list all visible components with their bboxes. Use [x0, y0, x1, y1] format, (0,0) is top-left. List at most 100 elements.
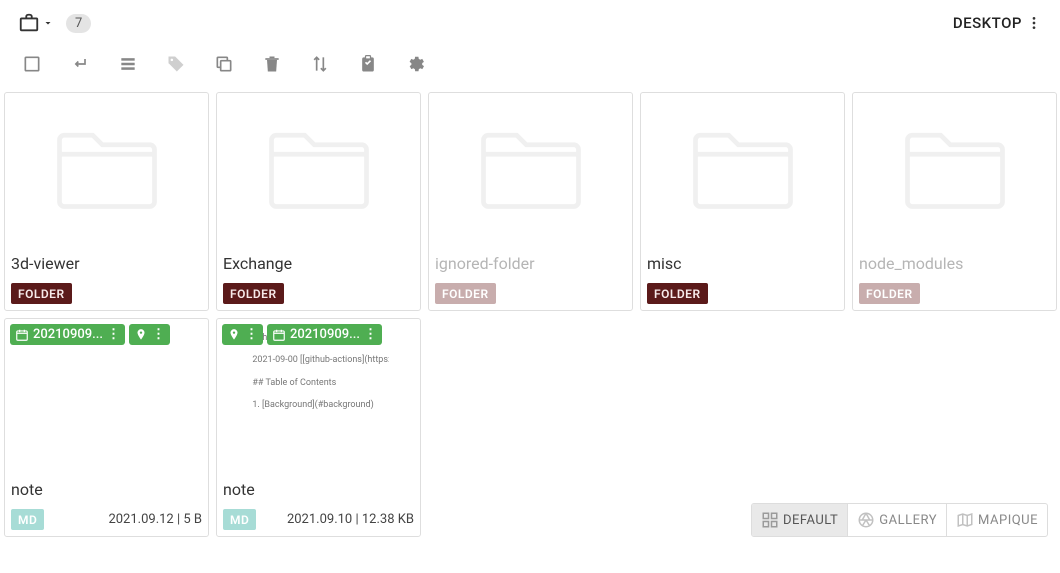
view-mode-mapique[interactable]: MAPIQUE	[947, 504, 1047, 536]
chip[interactable]: 20210909... ⋮	[10, 324, 125, 345]
view-mode-mapique-label: MAPIQUE	[978, 513, 1038, 528]
item-badges-row: FOLDER	[859, 283, 1050, 304]
layout-mode-button[interactable]: DESKTOP	[953, 14, 1042, 32]
item-title: Exchange	[223, 254, 414, 273]
more-vert-icon	[1026, 15, 1042, 31]
return-icon	[70, 54, 90, 74]
item-meta: 2021.09.10 | 12.38 KB	[287, 512, 414, 527]
item-badges-row: FOLDER	[223, 283, 414, 304]
item-meta: 2021.09.12 | 5 B	[108, 512, 202, 527]
item-card[interactable]: .tcha2021-09-00 [[github-actions](https:…	[216, 318, 421, 537]
list-view-button[interactable]	[118, 54, 138, 74]
grid-icon	[761, 511, 779, 529]
chip-text: 20210909...	[290, 327, 360, 342]
item-thumbnail	[217, 93, 420, 244]
chip-more-icon: ⋮	[245, 327, 258, 342]
briefcase-icon	[18, 12, 40, 34]
item-thumbnail	[853, 93, 1056, 244]
item-title: note	[11, 480, 202, 499]
chip-more-icon: ⋮	[152, 327, 165, 342]
item-card[interactable]: misc FOLDER	[640, 92, 845, 311]
item-thumbnail	[429, 93, 632, 244]
item-badges-row: FOLDER	[435, 283, 626, 304]
item-title: ignored-folder	[435, 254, 626, 273]
view-mode-switch: DEFAULT GALLERY MAPIQUE	[751, 503, 1048, 537]
folder-icon	[683, 121, 803, 216]
item-grid: 3d-viewerFOLDERExchangeFOLDERignored-fol…	[0, 92, 1060, 537]
view-mode-default[interactable]: DEFAULT	[752, 504, 848, 536]
assignment-button[interactable]	[358, 54, 378, 74]
item-card[interactable]: ignored-folder FOLDER	[428, 92, 633, 311]
pin-icon	[134, 328, 148, 342]
folder-icon	[47, 121, 167, 216]
select-all-button[interactable]	[22, 54, 42, 74]
folder-icon	[259, 121, 379, 216]
workspace-menu-button[interactable]	[18, 12, 54, 34]
type-badge: FOLDER	[11, 283, 72, 304]
chevron-down-icon	[42, 17, 54, 29]
item-thumbnail	[5, 93, 208, 244]
type-badge: MD	[223, 509, 256, 530]
delete-button[interactable]	[262, 54, 282, 74]
type-badge: FOLDER	[223, 283, 284, 304]
view-mode-default-label: DEFAULT	[783, 513, 838, 528]
checkbox-outline-icon	[22, 54, 42, 74]
item-title: 3d-viewer	[11, 254, 202, 273]
item-info: misc FOLDER	[641, 244, 844, 310]
item-count-badge: 7	[66, 14, 91, 33]
item-info: 3d-viewer FOLDER	[5, 244, 208, 310]
top-left-group: 7	[18, 12, 91, 34]
layout-mode-label: DESKTOP	[953, 14, 1022, 32]
map-icon	[956, 511, 974, 529]
item-card[interactable]: 20210909... ⋮ ⋮ note MD2021.09.12 | 5 B	[4, 318, 209, 537]
copy-icon	[214, 54, 234, 74]
item-info: Exchange FOLDER	[217, 244, 420, 310]
item-card[interactable]: 3d-viewer FOLDER	[4, 92, 209, 311]
item-title: misc	[647, 254, 838, 273]
folder-icon	[471, 121, 591, 216]
chip-row: ⋮ 20210909... ⋮	[222, 324, 382, 345]
list-icon	[118, 54, 138, 74]
item-info: node_modules FOLDER	[853, 244, 1056, 310]
type-badge: FOLDER	[859, 283, 920, 304]
item-badges-row: MD 2021.09.10 | 12.38 KB	[223, 509, 414, 530]
sort-icon	[310, 54, 330, 74]
view-mode-gallery-label: GALLERY	[879, 513, 937, 528]
sort-button[interactable]	[310, 54, 330, 74]
settings-button[interactable]	[406, 54, 426, 74]
item-info: note MD2021.09.12 | 5 B	[5, 470, 208, 536]
item-thumbnail: 20210909... ⋮ ⋮	[5, 319, 208, 470]
item-info: ignored-folder FOLDER	[429, 244, 632, 310]
item-thumbnail: .tcha2021-09-00 [[github-actions](https:…	[217, 319, 420, 470]
folder-icon	[895, 121, 1015, 216]
item-badges-row: FOLDER	[647, 283, 838, 304]
item-title: node_modules	[859, 254, 1050, 273]
chip-row: 20210909... ⋮ ⋮	[10, 324, 170, 345]
type-badge: FOLDER	[435, 283, 496, 304]
item-card[interactable]: Exchange FOLDER	[216, 92, 421, 311]
tag-button[interactable]	[166, 54, 186, 74]
tag-icon	[166, 54, 186, 74]
chip-text: 20210909...	[33, 327, 103, 342]
item-info: note MD 2021.09.10 | 12.38 KB	[217, 470, 420, 536]
item-thumbnail	[641, 93, 844, 244]
item-title: note	[223, 480, 414, 499]
chip[interactable]: 20210909... ⋮	[267, 324, 382, 345]
calendar-icon	[272, 328, 286, 342]
toolbar	[0, 42, 1060, 92]
chip[interactable]: ⋮	[129, 324, 170, 345]
calendar-icon	[15, 328, 29, 342]
gear-icon	[406, 54, 426, 74]
view-mode-gallery[interactable]: GALLERY	[848, 504, 947, 536]
chip[interactable]: ⋮	[222, 324, 263, 345]
copy-button[interactable]	[214, 54, 234, 74]
item-card[interactable]: node_modules FOLDER	[852, 92, 1057, 311]
chip-more-icon: ⋮	[364, 327, 377, 342]
pin-icon	[227, 328, 241, 342]
chip-more-icon: ⋮	[107, 327, 120, 342]
item-badges-row: MD2021.09.12 | 5 B	[11, 509, 202, 530]
item-badges-row: FOLDER	[11, 283, 202, 304]
trash-icon	[262, 54, 282, 74]
aperture-icon	[857, 511, 875, 529]
enter-button[interactable]	[70, 54, 90, 74]
